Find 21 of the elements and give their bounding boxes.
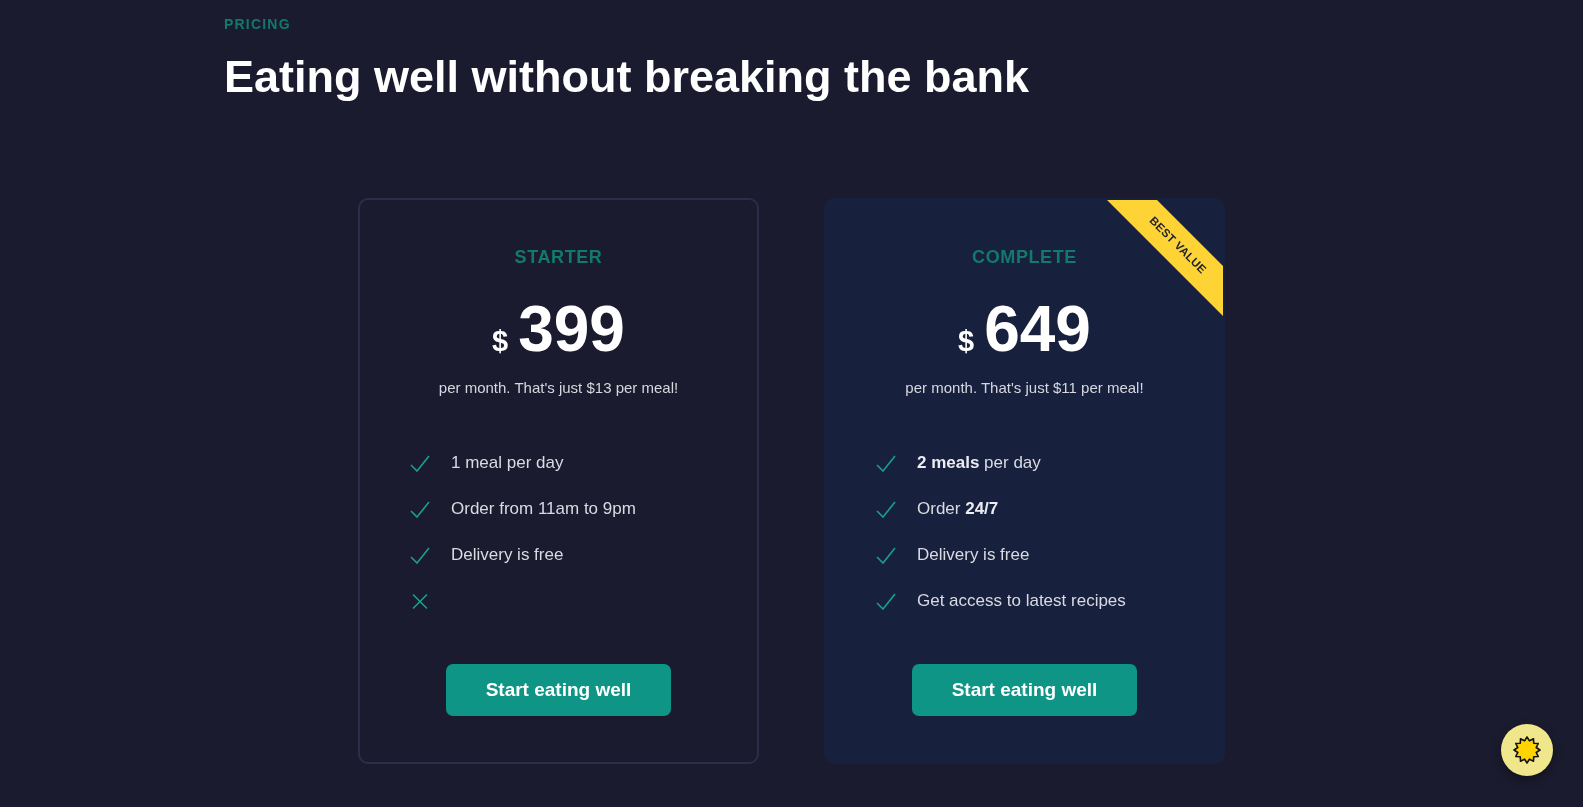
plan-name: STARTER (514, 246, 603, 268)
start-eating-button[interactable]: Start eating well (912, 664, 1137, 716)
feature-text: 1 meal per day (451, 452, 564, 474)
currency-symbol: $ (492, 324, 509, 359)
currency-symbol: $ (958, 324, 975, 359)
feature-text: Order 24/7 (917, 498, 999, 520)
price-amount: 649 (984, 297, 1091, 361)
feature-text: Delivery is free (917, 544, 1030, 566)
page-heading: Eating well without breaking the bank (224, 50, 1030, 104)
eyebrow-label: PRICING (224, 15, 291, 34)
price-note: per month. That's just $13 per meal! (438, 378, 679, 398)
theme-toggle-button[interactable] (1501, 724, 1553, 776)
price-amount: 399 (518, 297, 625, 361)
feature-text: Delivery is free (451, 544, 564, 566)
start-eating-button[interactable]: Start eating well (446, 664, 671, 716)
price-note: per month. That's just $11 per meal! (905, 378, 1144, 398)
plan-name: COMPLETE (972, 246, 1077, 268)
sun-icon (1513, 736, 1541, 764)
feature-text: 2 meals per day (917, 452, 1041, 474)
feature-text: Get access to latest recipes (917, 590, 1126, 612)
feature-text: Order from 11am to 9pm (451, 498, 636, 520)
